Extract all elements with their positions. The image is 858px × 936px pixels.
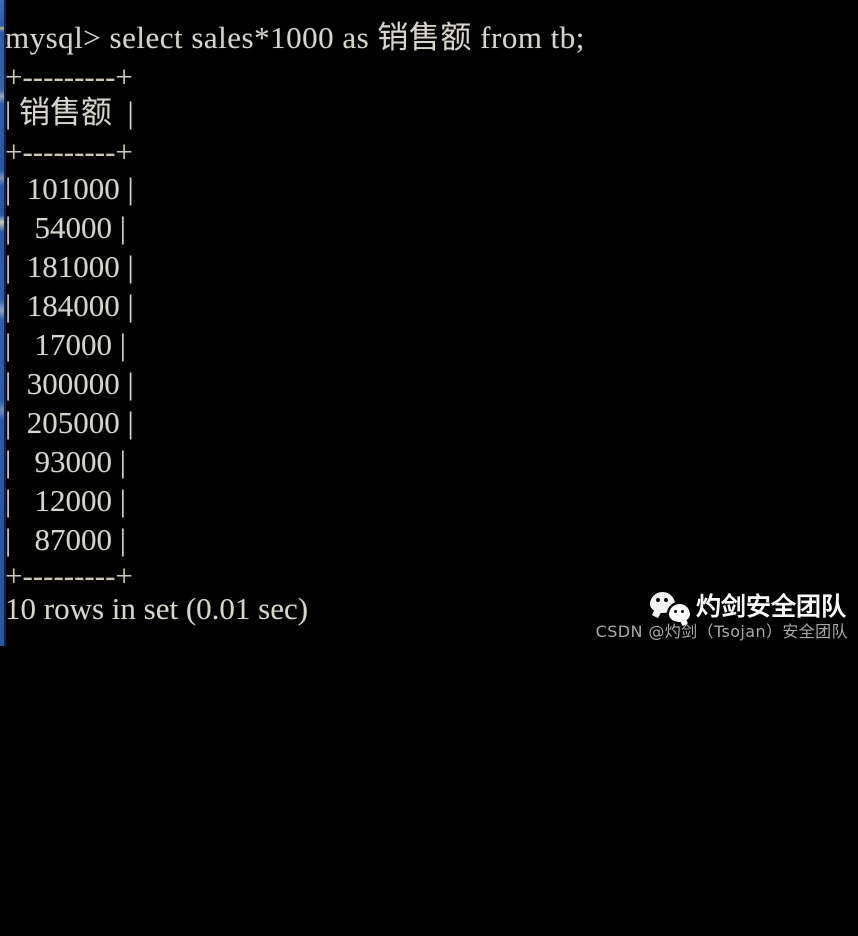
watermark-brand-row: 灼剑安全团队 (596, 590, 846, 624)
table-row: | 205000 | (5, 405, 134, 440)
window-edge-shadow (4, 0, 6, 646)
query-status-line: 10 rows in set (0.01 sec) (5, 591, 309, 626)
table-rule-top: +---------+ (5, 59, 133, 94)
wechat-icon (649, 592, 690, 622)
table-row: | 17000 | (5, 327, 126, 362)
watermark: 灼剑安全团队 CSDN @灼剑（Tsojan）安全团队 (596, 590, 850, 642)
table-row: | 101000 | (5, 171, 134, 206)
window-left-edge (0, 0, 6, 646)
table-row: | 54000 | (5, 210, 126, 245)
table-header-row: | 销售额 | (5, 95, 134, 130)
table-rule-middle: +---------+ (5, 134, 133, 169)
table-row: | 12000 | (5, 483, 126, 518)
watermark-credit-text: CSDN @灼剑（Tsojan）安全团队 (595, 622, 848, 641)
mysql-terminal-output[interactable]: mysql> select sales*1000 as 销售额 from tb;… (0, 0, 858, 646)
table-row: | 181000 | (5, 249, 134, 284)
table-row: | 87000 | (5, 522, 126, 557)
table-row: | 300000 | (5, 366, 134, 401)
table-row: | 184000 | (5, 288, 134, 323)
terminal-prompt-line: mysql> select sales*1000 as 销售额 from tb; (5, 20, 585, 55)
table-row: | 93000 | (5, 444, 126, 479)
watermark-brand-text: 灼剑安全团队 (695, 592, 846, 621)
